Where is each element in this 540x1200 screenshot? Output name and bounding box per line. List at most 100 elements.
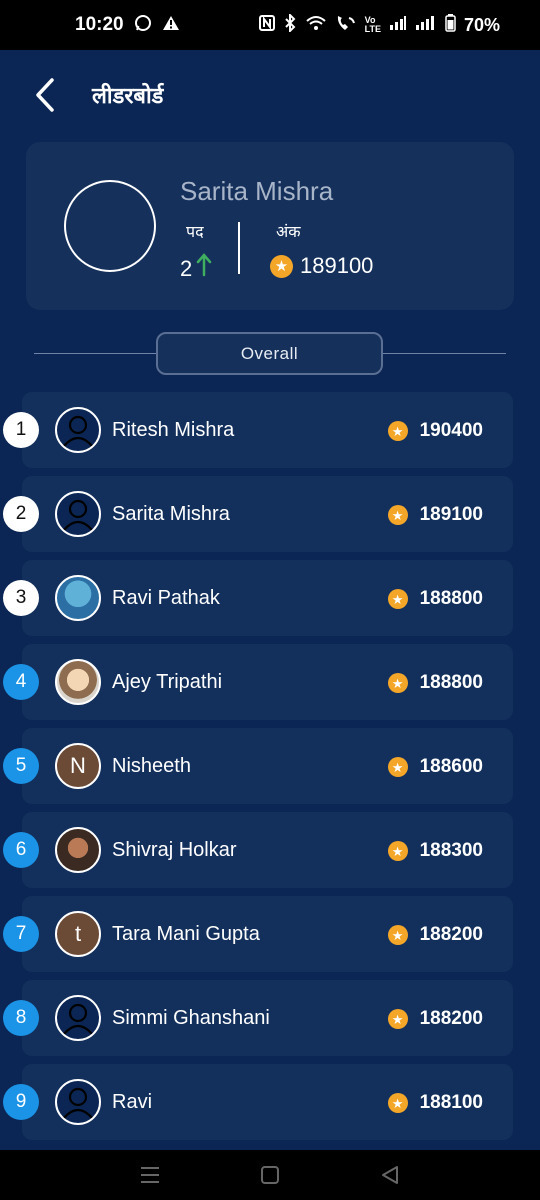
rank-badge: 3 (3, 580, 39, 616)
menu-lines-icon (141, 1167, 159, 1183)
leaderboard-row[interactable]: 7 t Tara Mani Gupta ★ 188200 (3, 896, 513, 972)
points-value-group: ★ 189100 (270, 253, 373, 279)
person-icon (55, 407, 101, 453)
status-right: Vo LTE 70% (258, 12, 500, 36)
back-button[interactable] (20, 70, 70, 120)
player-name: Ritesh Mishra (112, 419, 235, 441)
leaderboard-row[interactable]: 6 Shivraj Holkar ★ 188300 (3, 812, 513, 888)
rank-badge: 2 (3, 496, 39, 532)
player-points: 188200 (419, 1008, 483, 1029)
back-nav-button[interactable] (370, 1155, 410, 1195)
rank-value-group: 2 (180, 253, 212, 284)
star-coin-icon: ★ (387, 589, 408, 609)
rank-badge: 1 (3, 412, 39, 448)
player-name: Ravi Pathak (112, 587, 220, 609)
star-coin-icon: ★ (387, 1009, 408, 1029)
leaderboard-row[interactable]: 5 N Nisheeth ★ 188600 (3, 728, 513, 804)
profile-card: Sarita Mishra पद 2 अंक ★ 189100 (26, 142, 514, 310)
player-points: 188300 (419, 840, 483, 861)
wifi-icon (305, 14, 327, 36)
player-points-group: ★ 188800 (387, 672, 483, 694)
person-icon (55, 1079, 101, 1125)
player-points-group: ★ 190400 (387, 420, 483, 442)
rank-value: 2 (180, 255, 193, 281)
leaderboard-row[interactable]: 4 Ajey Tripathi ★ 188800 (3, 644, 513, 720)
system-nav-bar (0, 1150, 540, 1200)
rank-label: पद (186, 222, 204, 241)
player-points: 188800 (419, 672, 483, 693)
rank-badge: 4 (3, 664, 39, 700)
wifi-calling-icon (335, 14, 357, 36)
profile-name: Sarita Mishra (180, 176, 334, 206)
player-points: 189100 (419, 504, 483, 525)
whatsapp-icon (134, 14, 152, 37)
warning-icon (162, 15, 180, 36)
person-icon (55, 995, 101, 1041)
star-coin-icon: ★ (270, 254, 293, 278)
rank-badge: 6 (3, 832, 39, 868)
square-icon (261, 1166, 279, 1184)
triangle-back-icon (382, 1166, 398, 1184)
avatar-initial: N (55, 743, 101, 789)
leaderboard-row[interactable]: 9 Ravi ★ 188100 (3, 1064, 513, 1140)
player-points-group: ★ 188200 (387, 1008, 483, 1030)
avatar-photo (55, 659, 101, 705)
points-value: 189100 (300, 253, 374, 278)
star-coin-icon: ★ (387, 841, 408, 861)
leaderboard-row[interactable]: 1 Ritesh Mishra ★ 190400 (3, 392, 513, 468)
status-left: 10:20 (75, 14, 180, 37)
person-icon (55, 491, 101, 537)
volte-icon: Vo LTE (364, 15, 381, 34)
player-name: Ravi (112, 1091, 153, 1113)
rank-badge: 9 (3, 1084, 39, 1120)
player-points-group: ★ 188200 (387, 924, 483, 946)
filter-divider-left (34, 353, 156, 354)
player-points: 188100 (419, 1092, 483, 1113)
player-name: Ajey Tripathi (112, 671, 223, 693)
signal-icon-2 (415, 15, 437, 35)
status-bar: 10:20 Vo LTE 70% (0, 0, 540, 50)
star-coin-icon: ★ (387, 1093, 408, 1113)
profile-divider (238, 222, 240, 274)
rank-badge: 5 (3, 748, 39, 784)
leaderboard-row[interactable]: 2 Sarita Mishra ★ 189100 (3, 476, 513, 552)
player-name: Nisheeth (112, 755, 191, 777)
chevron-left-icon (36, 78, 54, 112)
page-title: लीडरबोर्ड (92, 84, 164, 109)
avatar-photo (55, 575, 101, 621)
player-name: Sarita Mishra (112, 503, 230, 525)
rank-badge: 8 (3, 1000, 39, 1036)
battery-percent: 70% (463, 14, 500, 35)
player-name: Simmi Ghanshani (112, 1007, 270, 1029)
nfc-icon (258, 15, 275, 35)
leaderboard-row[interactable]: 8 Simmi Ghanshani ★ 188200 (3, 980, 513, 1056)
signal-icon-1 (389, 15, 407, 35)
star-coin-icon: ★ (387, 925, 408, 945)
player-points: 188800 (419, 588, 483, 609)
avatar-initial: t (55, 911, 101, 957)
player-points-group: ★ 188100 (387, 1092, 483, 1114)
arrow-up-icon (196, 253, 212, 284)
player-name: Tara Mani Gupta (112, 923, 260, 945)
filter-tab-overall[interactable]: Overall (156, 332, 383, 375)
player-points-group: ★ 188600 (387, 756, 483, 778)
profile-avatar[interactable] (64, 180, 156, 272)
bluetooth-icon (283, 12, 297, 36)
recent-apps-button[interactable] (130, 1155, 170, 1195)
player-points-group: ★ 188800 (387, 588, 483, 610)
leaderboard-row[interactable]: 3 Ravi Pathak ★ 188800 (3, 560, 513, 636)
player-points: 188200 (419, 924, 483, 945)
app-header: लीडरबोर्ड (0, 50, 540, 140)
player-points: 188600 (419, 756, 483, 777)
star-coin-icon: ★ (387, 505, 408, 525)
battery-icon (445, 14, 456, 36)
home-button[interactable] (250, 1155, 290, 1195)
status-time: 10:20 (75, 14, 124, 35)
star-coin-icon: ★ (387, 673, 408, 693)
player-name: Shivraj Holkar (112, 839, 237, 861)
star-coin-icon: ★ (387, 757, 408, 777)
player-points: 190400 (419, 420, 483, 441)
star-coin-icon: ★ (387, 421, 408, 441)
rank-badge: 7 (3, 916, 39, 952)
points-label: अंक (276, 222, 301, 241)
